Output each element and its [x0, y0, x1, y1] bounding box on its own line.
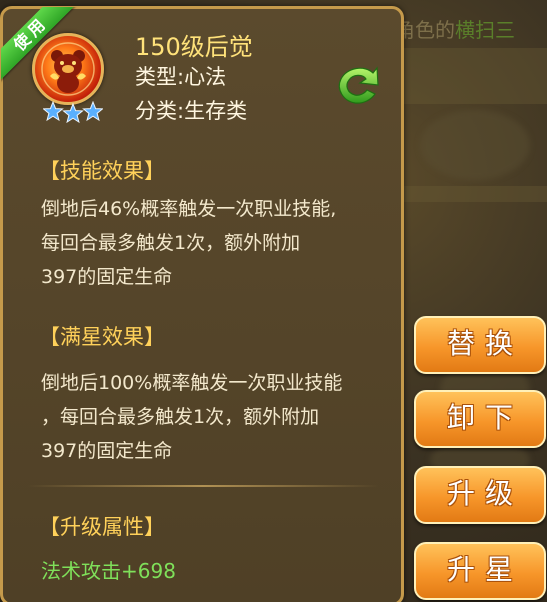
- max-star-effect-heading: 【满星效果】: [39, 325, 165, 349]
- background-blob: [420, 110, 530, 180]
- upgrade-attribute-value: 法术攻击+698: [41, 559, 176, 583]
- game-screen: 角色的横扫三 使用 150级后觉 类型:心法 分类:生存类 【技能效果】 倒地后…: [0, 0, 547, 602]
- text-line: 倒地后100%概率触发一次职业技能: [41, 372, 343, 394]
- level-up-button[interactable]: 升级: [414, 466, 546, 524]
- skill-detail-panel: 使用 150级后觉 类型:心法 分类:生存类 【技能效果】 倒地后46%概率触发…: [0, 6, 404, 602]
- star-rating: [43, 101, 103, 123]
- star-icon: [82, 101, 103, 122]
- upgrade-attribute-heading: 【升级属性】: [39, 515, 165, 539]
- star-up-button[interactable]: 升星: [414, 542, 546, 600]
- fiery-bear-skill-icon: [32, 33, 104, 105]
- skill-category: 分类:生存类: [135, 99, 248, 123]
- text-line: 每回合最多触发1次，额外附加: [41, 232, 301, 254]
- unequip-button[interactable]: 卸下: [414, 390, 546, 448]
- star-icon: [62, 102, 84, 123]
- skill-effect-text: 倒地后46%概率触发一次职业技能, 每回合最多触发1次，额外附加 397的固定生…: [41, 192, 391, 294]
- background-text: 角色的横扫三: [395, 18, 515, 42]
- skill-type: 类型:心法: [135, 65, 227, 89]
- skill-name: 150级后觉: [135, 33, 253, 61]
- text-line: ，每回合最多触发1次，额外附加: [41, 406, 320, 428]
- text-line: 倒地后46%概率触发一次职业技能,: [41, 198, 337, 220]
- skill-effect-heading: 【技能效果】: [39, 159, 165, 183]
- text-line: 397的固定生命: [41, 440, 173, 462]
- text-line: 397的固定生命: [41, 266, 173, 288]
- replace-button[interactable]: 替换: [414, 316, 546, 374]
- max-star-effect-text: 倒地后100%概率触发一次职业技能 ，每回合最多触发1次，额外附加 397的固定…: [41, 366, 391, 468]
- star-icon: [43, 101, 64, 122]
- section-divider: [27, 485, 379, 487]
- refresh-icon[interactable]: [333, 63, 383, 107]
